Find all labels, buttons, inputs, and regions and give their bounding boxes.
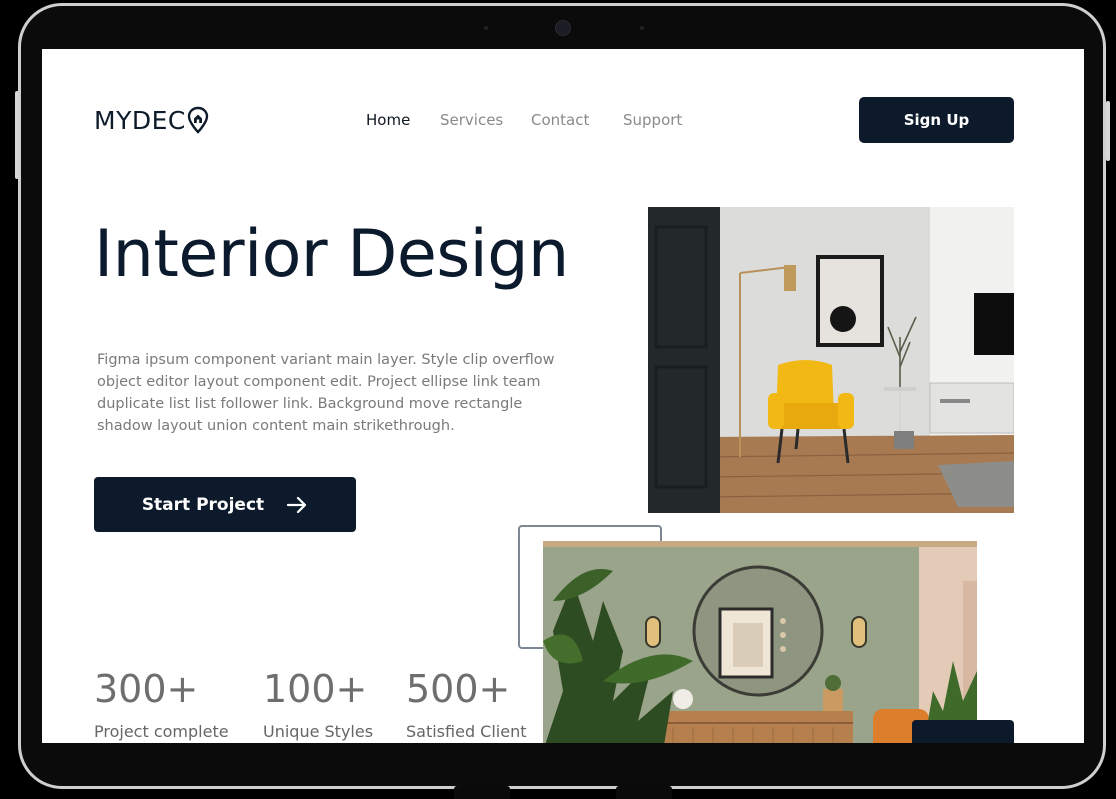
- sensor-right: [640, 26, 644, 30]
- stat-styles-label: Unique Styles: [263, 722, 374, 741]
- tablet-frame: MYDEC Home Services Contact Support Sign…: [15, 3, 1110, 789]
- stat-projects-label: Project complete: [94, 722, 229, 741]
- signup-button[interactable]: Sign Up: [859, 97, 1014, 143]
- logo-text: MYDEC: [94, 105, 186, 135]
- side-button-left: [15, 91, 19, 179]
- stat-projects-value: 300+: [94, 667, 199, 711]
- overlay-card[interactable]: [912, 720, 1014, 743]
- hero-description: Figma ipsum component variant main layer…: [97, 352, 555, 434]
- interior-photo-mirror-plants: [543, 541, 977, 743]
- sensor-left: [484, 26, 488, 30]
- front-camera: [555, 20, 571, 36]
- stat-clients-label: Satisfied Client: [406, 722, 527, 741]
- screen: MYDEC Home Services Contact Support Sign…: [42, 49, 1084, 743]
- side-button-right: [1106, 101, 1110, 161]
- start-project-button[interactable]: Start Project: [94, 477, 356, 532]
- device-foot-left: [454, 786, 510, 799]
- start-project-label: Start Project: [141, 494, 265, 515]
- device-foot-right: [616, 786, 672, 799]
- interior-photo-yellow-chair: [648, 207, 1014, 513]
- brand-logo[interactable]: MYDEC: [94, 105, 209, 135]
- hero-title: Interior Design: [94, 217, 569, 292]
- nav-item-services[interactable]: Services: [440, 111, 503, 129]
- stat-styles-value: 100+: [263, 667, 368, 711]
- location-pin-house-icon: [187, 106, 209, 134]
- nav-item-support[interactable]: Support: [623, 111, 682, 129]
- nav-item-home[interactable]: Home: [366, 111, 410, 129]
- stat-clients-value: 500+: [406, 667, 511, 711]
- arrow-right-icon: [287, 496, 307, 513]
- nav-item-contact[interactable]: Contact: [531, 111, 589, 129]
